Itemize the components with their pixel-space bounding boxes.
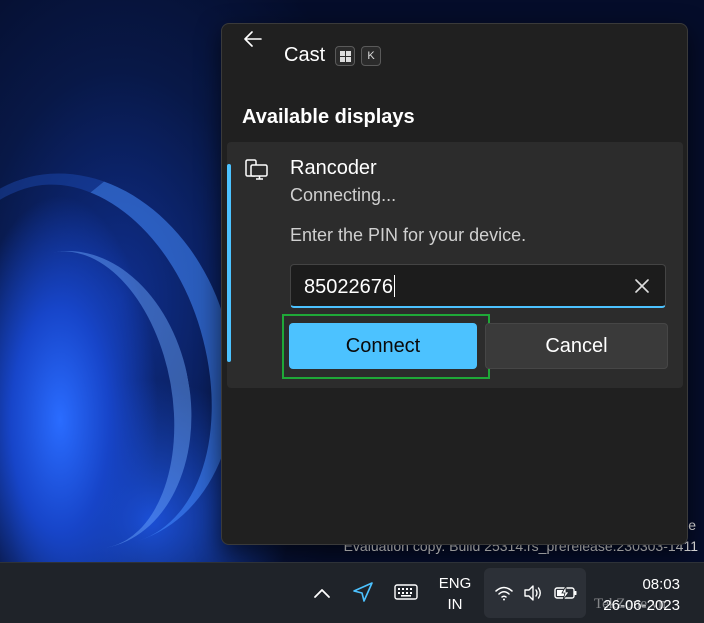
- shortcut-key-badge: K: [361, 46, 381, 66]
- language-indicator[interactable]: ENG IN: [433, 573, 477, 615]
- wifi-icon: [495, 586, 513, 601]
- brand-watermark: TekZone.vn: [594, 596, 666, 612]
- speaker-icon: [524, 585, 541, 601]
- pin-input[interactable]: 85022676: [290, 264, 666, 308]
- device-name: Rancoder: [290, 157, 377, 179]
- pin-prompt: Enter the PIN for your device.: [290, 225, 527, 245]
- panel-title: Cast: [284, 44, 326, 66]
- connect-button[interactable]: Connect: [289, 323, 477, 369]
- cast-panel: Cast K Available displays Rancoder Conne…: [221, 23, 688, 545]
- language-code: ENG: [438, 575, 472, 592]
- windows-key-icon: [335, 46, 355, 66]
- cast-tray-button[interactable]: [350, 579, 376, 605]
- text-caret: [393, 275, 395, 297]
- selection-accent-bar: [227, 164, 231, 362]
- available-displays-heading: Available displays: [242, 106, 415, 128]
- close-icon: [635, 279, 649, 293]
- touch-keyboard-button[interactable]: [393, 580, 419, 604]
- pin-value: 85022676: [304, 276, 393, 298]
- chevron-up-icon: [314, 589, 330, 598]
- volume-status: [521, 582, 545, 604]
- show-hidden-icons-button[interactable]: [310, 581, 334, 605]
- device-status: Connecting...: [290, 185, 397, 205]
- display-device-icon: [244, 158, 270, 182]
- clear-pin-button[interactable]: [633, 277, 651, 295]
- battery-charging-icon: [554, 585, 577, 601]
- battery-status: [553, 581, 579, 605]
- keyboard-icon: [394, 584, 418, 600]
- back-button[interactable]: [240, 26, 266, 52]
- clock-time: 08:03: [642, 576, 680, 593]
- wifi-status: [492, 582, 516, 604]
- back-arrow-icon: [244, 31, 262, 47]
- language-region: IN: [447, 596, 463, 613]
- device-card[interactable]: Rancoder Connecting... Enter the PIN for…: [227, 142, 683, 388]
- pin-value-wrap: 85022676: [304, 275, 395, 299]
- taskbar: ENG IN 08:03 26-06-2023 TekZone.vn: [0, 562, 704, 623]
- cancel-button[interactable]: Cancel: [485, 323, 668, 369]
- location-arrow-icon: [353, 582, 373, 602]
